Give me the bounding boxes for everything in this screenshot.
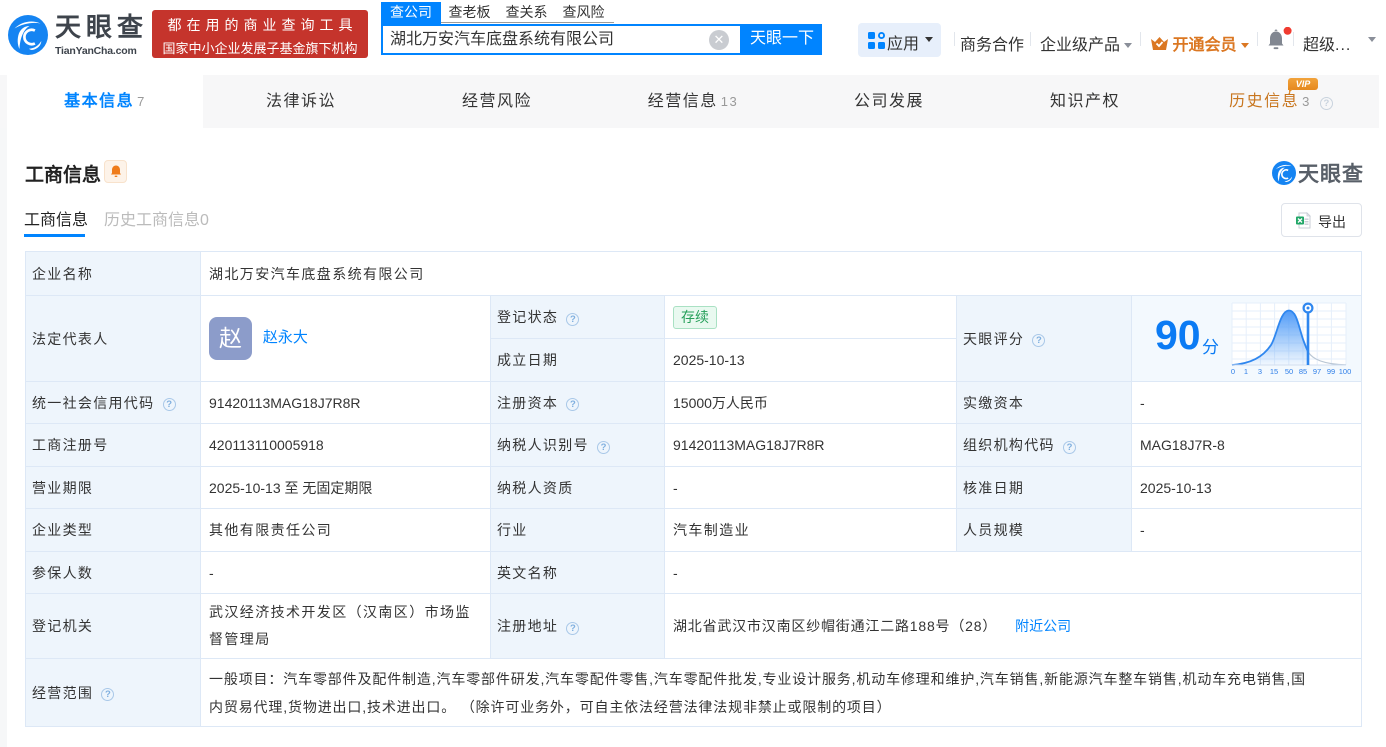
svg-text:1: 1: [1244, 367, 1248, 376]
svg-text:15: 15: [1270, 367, 1278, 376]
svg-text:0: 0: [1231, 367, 1235, 376]
svg-text:天眼查: 天眼查: [1298, 162, 1364, 186]
svg-text:100: 100: [1339, 367, 1352, 376]
svg-text:3: 3: [1258, 367, 1262, 376]
svg-text:85: 85: [1299, 367, 1307, 376]
svg-text:97: 97: [1313, 367, 1321, 376]
svg-text:99: 99: [1327, 367, 1335, 376]
svg-text:50: 50: [1285, 367, 1293, 376]
